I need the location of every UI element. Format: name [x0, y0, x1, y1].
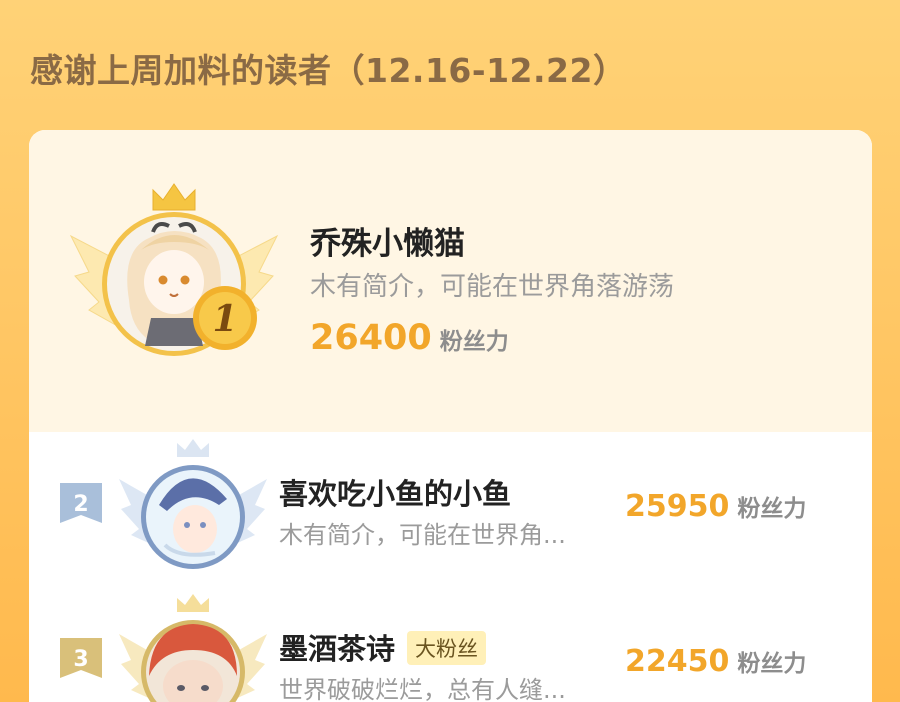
list-item-score-unit: 粉丝力 [737, 651, 807, 677]
list-item-name[interactable]: 喜欢吃小鱼的小鱼 [279, 471, 511, 513]
first-place-score: 26400 粉丝力 [310, 318, 509, 358]
first-place-section[interactable]: 1 乔殊小懒猫 木有简介，可能在世界角落游荡 26400 粉丝力 [29, 130, 872, 432]
rank-badge-2: 2 [60, 483, 102, 523]
fan-badge: 大粉丝 [407, 631, 487, 665]
list-item[interactable]: 2 喜欢吃小鱼的小鱼 木有简介，可能在世界角... 25950 粉丝力 [29, 435, 872, 575]
list-item[interactable]: 3 墨酒茶诗 大粉丝 世界破破烂烂，总有人缝... 22450 粉丝力 [29, 590, 872, 702]
first-place-avatar-frame: 1 [69, 183, 279, 356]
list-item-bio: 木有简介，可能在世界角... [279, 521, 566, 549]
svg-text:3: 3 [73, 647, 88, 672]
crown-icon [177, 439, 209, 457]
list-item-score: 25950 粉丝力 [625, 489, 806, 524]
crown-icon [152, 183, 196, 211]
avatar [119, 439, 267, 569]
list-item-score-value: 22450 [625, 644, 730, 679]
first-place-score-value: 26400 [310, 318, 432, 358]
crown-icon [177, 594, 209, 612]
first-place-bio: 木有简介，可能在世界角落游荡 [310, 272, 675, 302]
list-item-name[interactable]: 墨酒茶诗 大粉丝 [279, 626, 487, 668]
first-place-score-unit: 粉丝力 [439, 329, 509, 355]
list-item-score-unit: 粉丝力 [737, 496, 807, 522]
list-item-score: 22450 粉丝力 [625, 644, 806, 679]
avatar [119, 594, 267, 702]
leaderboard-card: 1 乔殊小懒猫 木有简介，可能在世界角落游荡 26400 粉丝力 2 喜欢吃小鱼… [29, 130, 872, 702]
list-item-bio: 世界破破烂烂，总有人缝... [279, 676, 566, 702]
rank-badge-3: 3 [60, 638, 102, 678]
first-rank-number: 1 [212, 298, 237, 340]
first-place-name[interactable]: 乔殊小懒猫 [310, 218, 465, 263]
svg-text:2: 2 [73, 492, 88, 517]
list-item-name-text: 墨酒茶诗 [279, 632, 396, 666]
page-title: 感谢上周加料的读者（12.16-12.22） [30, 51, 627, 90]
list-item-score-value: 25950 [625, 489, 730, 524]
